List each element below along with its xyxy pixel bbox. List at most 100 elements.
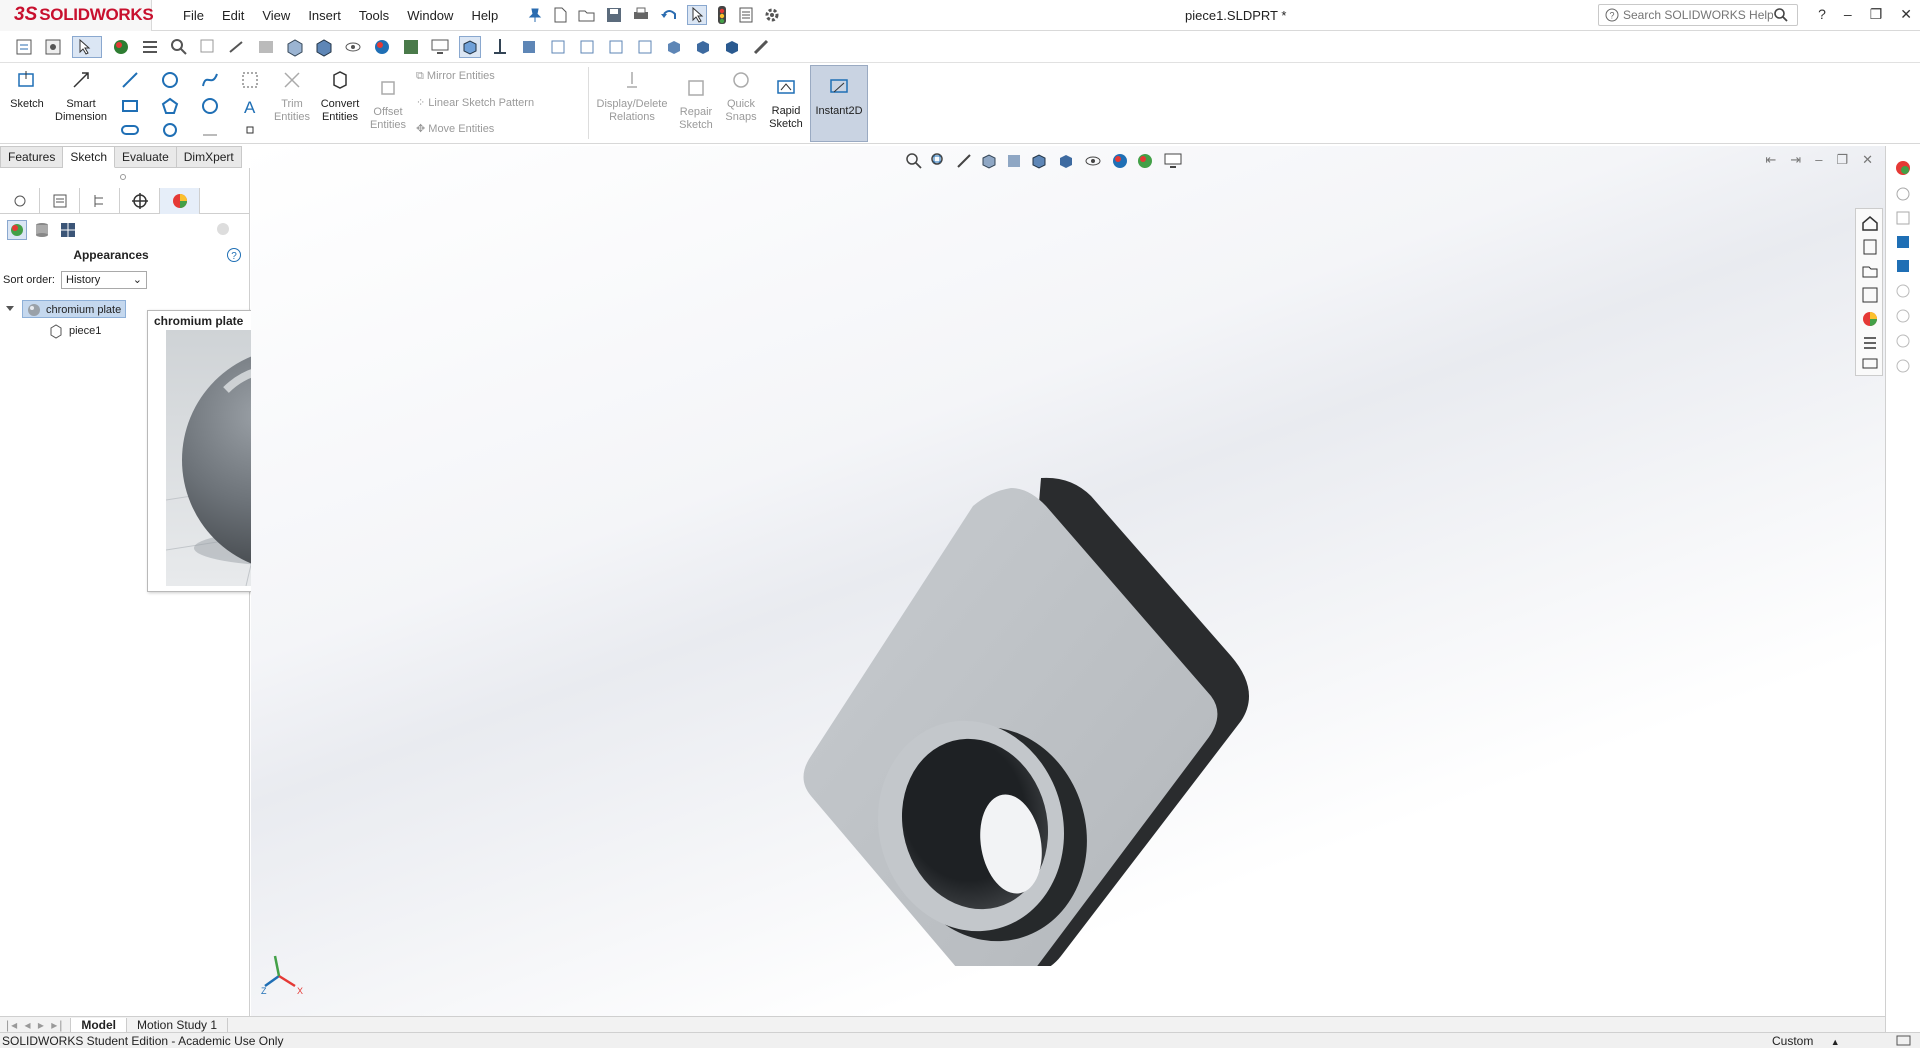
split-right-icon[interactable]: ⇥ [1790,152,1801,168]
nav-arrows[interactable]: |◂ ◂ ▸ ▸| [0,1018,70,1032]
section-view-icon[interactable] [256,37,276,57]
scene-view-icon[interactable] [58,220,78,240]
dynamic-annotation-icon[interactable] [1005,152,1023,170]
mirror-entities-button[interactable]: ⧉ Mirror Entities [416,70,495,83]
tree-expand-icon[interactable] [5,303,15,313]
spline-icon[interactable] [200,70,220,90]
split-left-icon[interactable]: ⇤ [1765,152,1776,168]
custom-properties-icon[interactable] [1860,333,1880,353]
part-model[interactable] [651,446,1451,966]
pane-icon-9[interactable] [1893,356,1913,376]
tab-property-manager[interactable] [40,188,80,214]
plane-icon[interactable] [200,120,220,140]
edit-appearance-icon-2[interactable] [1111,152,1129,170]
rebuild-icon[interactable] [715,5,729,25]
display-style-icon[interactable] [314,37,334,57]
view-orientation-icon[interactable] [285,37,305,57]
pane-icon-5[interactable] [1893,256,1913,276]
tree-item-piece1[interactable]: piece1 [48,323,101,339]
help-icon[interactable]: ? [226,247,242,263]
tab-configuration-manager[interactable] [80,188,120,214]
viewport-restore-icon[interactable]: ❐ [1836,152,1848,168]
save-icon[interactable] [605,6,623,24]
front-view-icon[interactable] [519,37,539,57]
list-icon[interactable] [140,37,160,57]
polygon-icon[interactable] [160,96,180,116]
appearances-pane-icon[interactable] [1893,158,1913,178]
quick-snaps-button[interactable]: Quick Snaps [722,69,760,124]
pane-icon-7[interactable] [1893,306,1913,326]
sketch-button[interactable]: Sketch [8,69,46,111]
solidworks-logo[interactable]: 3S SOLIDWORKS [0,0,154,31]
home-icon[interactable] [1860,213,1880,233]
right-view-icon[interactable] [606,37,626,57]
menu-help[interactable]: Help [462,8,507,23]
tab-evaluate[interactable]: Evaluate [115,146,177,168]
display-delete-relations-button[interactable]: Display/Delete Relations [592,69,672,124]
restore-icon[interactable]: ❐ [1870,6,1883,23]
top-view-icon[interactable] [635,37,655,57]
circle-icon[interactable] [160,70,180,90]
view-settings-icon[interactable] [1163,152,1185,170]
search-icon[interactable] [1773,7,1789,23]
monitor-icon[interactable] [430,37,450,57]
options-icon[interactable] [43,37,63,57]
scene-icon[interactable] [401,37,421,57]
tab-model[interactable]: Model [70,1017,128,1032]
file-properties-icon[interactable] [737,6,755,24]
viewport-close-icon[interactable]: ✕ [1862,152,1873,168]
hide-show-icon[interactable] [343,37,363,57]
ellipse-icon[interactable] [160,120,180,140]
decals-view-icon[interactable] [32,220,52,240]
units-selector[interactable]: Custom ▲ [1772,1033,1840,1050]
menu-edit[interactable]: Edit [213,8,253,23]
move-entities-button[interactable]: ✥ Move Entities [416,122,494,135]
tab-display-manager[interactable] [160,188,200,214]
pane-icon-3[interactable] [1893,208,1913,228]
trimetric-view-icon[interactable] [693,37,713,57]
new-document-icon[interactable] [551,6,569,24]
pane-icon-6[interactable] [1893,281,1913,301]
smart-dimension-button[interactable]: Smart Dimension [52,69,110,124]
minimize-icon[interactable]: – [1844,6,1852,23]
dimetric-view-icon[interactable] [722,37,742,57]
close-icon[interactable]: ✕ [1900,6,1912,23]
point-icon[interactable] [244,124,256,136]
zoom-to-fit-icon[interactable] [905,152,923,170]
linear-sketch-pattern-button[interactable]: ⁘ Linear Sketch Pattern [416,96,534,109]
file-explorer-icon[interactable] [1860,261,1880,281]
viewport-minimize-icon[interactable]: – [1815,152,1822,168]
appearances-view-icon[interactable] [7,220,27,240]
display-style-icon-2[interactable] [1057,152,1077,170]
view-cube-icon[interactable] [459,35,481,58]
previous-view-icon[interactable] [227,37,247,57]
tab-dimxpert-manager[interactable] [120,188,160,214]
menu-insert[interactable]: Insert [299,8,350,23]
menu-window[interactable]: Window [398,8,462,23]
gear-icon[interactable] [763,6,781,24]
repair-sketch-button[interactable]: Repair Sketch [676,77,716,132]
panel-collapse-handle[interactable] [120,174,126,180]
forum-icon[interactable] [1860,355,1880,375]
hide-show-items-icon[interactable] [1084,152,1104,170]
tab-sketch[interactable]: Sketch [63,146,116,168]
fillet-icon[interactable] [200,96,220,116]
tab-dimxpert[interactable]: DimXpert [176,146,242,168]
zoom-area-icon[interactable] [198,37,218,57]
pane-icon-4[interactable] [1893,232,1913,252]
slot-icon[interactable] [120,120,140,140]
appearances-scenes-icon[interactable] [1860,309,1880,329]
pane-icon-8[interactable] [1893,331,1913,351]
construction-icon[interactable] [240,70,260,90]
normal-to-icon[interactable] [490,37,510,57]
zoom-area-icon-2[interactable] [930,152,948,170]
help-search-box[interactable]: ? [1598,4,1798,26]
instant2d-button[interactable]: Instant2D [810,65,868,142]
pane-icon-2[interactable] [1893,184,1913,204]
back-view-icon[interactable] [548,37,568,57]
pin-icon[interactable] [527,7,543,23]
appearance-preview-icon[interactable] [214,220,232,238]
left-view-icon[interactable] [577,37,597,57]
apply-scene-icon[interactable] [1136,152,1156,170]
tab-feature-manager[interactable] [0,188,40,214]
